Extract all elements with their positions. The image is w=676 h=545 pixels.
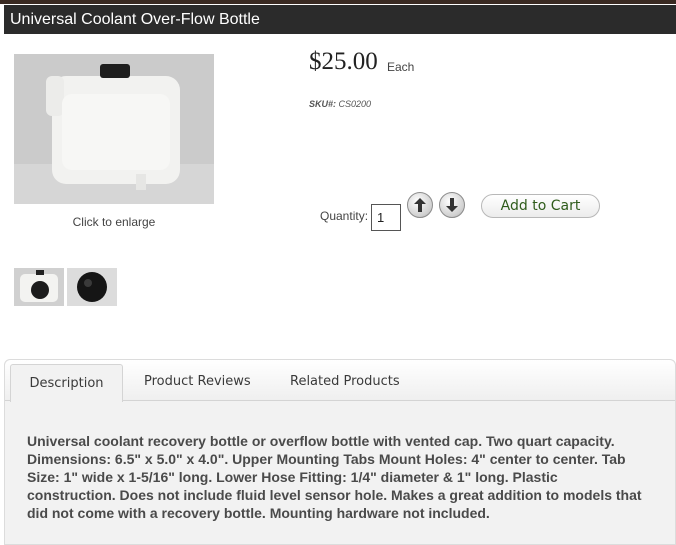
arrow-up-icon bbox=[414, 198, 426, 212]
top-border bbox=[0, 0, 676, 4]
tab-product-reviews[interactable]: Product Reviews bbox=[144, 360, 251, 401]
product-price: $25.00 bbox=[309, 48, 378, 75]
price-unit: Each bbox=[387, 60, 415, 74]
arrow-down-icon bbox=[446, 198, 458, 212]
thumbnail-bottle[interactable] bbox=[14, 268, 64, 306]
sku: SKU#: CS0200 bbox=[309, 99, 371, 109]
click-to-enlarge[interactable]: Click to enlarge bbox=[14, 215, 214, 229]
product-title: Universal Coolant Over-Flow Bottle bbox=[10, 11, 260, 28]
thumbnail-cap[interactable] bbox=[67, 268, 117, 306]
quantity-label: Quantity: bbox=[320, 209, 369, 223]
add-to-cart-button[interactable]: Add to Cart bbox=[481, 194, 600, 218]
product-description: Universal coolant recovery bottle or ove… bbox=[27, 433, 642, 521]
product-tabs: Description Product Reviews Related Prod… bbox=[4, 359, 676, 545]
tab-description[interactable]: Description bbox=[10, 364, 123, 402]
quantity-input[interactable] bbox=[371, 204, 401, 231]
quantity-down-button[interactable] bbox=[439, 192, 465, 218]
tab-related-products[interactable]: Related Products bbox=[290, 360, 400, 401]
sku-value: CS0200 bbox=[338, 99, 372, 109]
tab-strip: Description Product Reviews Related Prod… bbox=[5, 360, 675, 402]
product-main-image[interactable] bbox=[14, 54, 214, 204]
sku-label: SKU#: bbox=[309, 99, 337, 109]
title-bar: Universal Coolant Over-Flow Bottle bbox=[4, 5, 676, 34]
quantity-up-button[interactable] bbox=[407, 192, 433, 218]
